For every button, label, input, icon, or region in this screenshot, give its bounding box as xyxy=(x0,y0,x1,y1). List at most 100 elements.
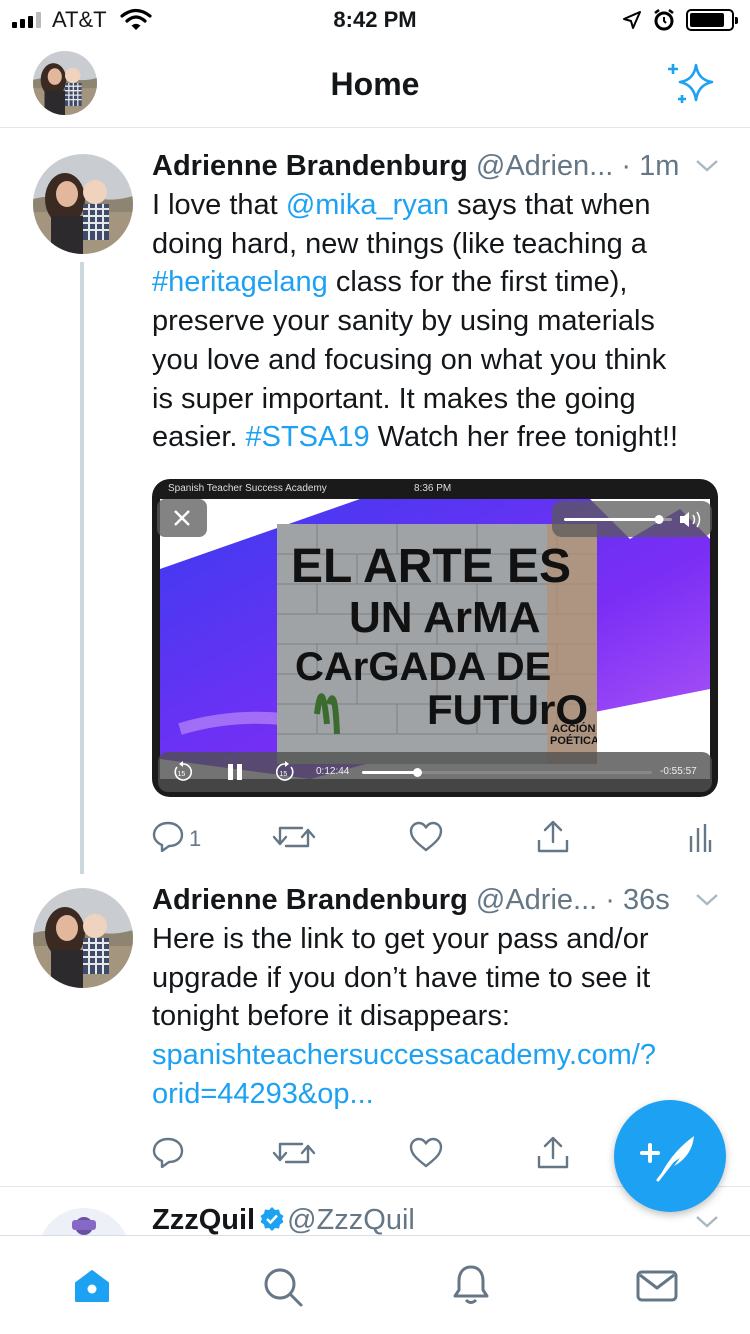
avatar-image xyxy=(33,888,133,988)
skip-back-icon[interactable]: 15 xyxy=(172,761,194,783)
author-name[interactable]: Adrienne Brandenburg xyxy=(152,884,468,916)
author-name[interactable]: Adrienne Brandenburg xyxy=(152,150,468,182)
wall-line-3: CArGADA DE xyxy=(295,645,551,689)
video-clock: 8:36 PM xyxy=(414,483,452,494)
compose-tweet-button[interactable] xyxy=(614,1100,726,1212)
location-icon xyxy=(623,11,641,29)
tweet-text-segment: I love that xyxy=(152,189,286,221)
share-icon[interactable] xyxy=(536,1136,570,1170)
like-icon[interactable] xyxy=(409,821,443,853)
compose-feather-icon xyxy=(640,1136,694,1182)
stamp-line-1: ACCIÓN xyxy=(552,722,595,735)
tweet-avatar[interactable] xyxy=(33,154,133,254)
tweet-avatar[interactable] xyxy=(33,888,133,988)
tweet-text-segment: tonight before it disappears: xyxy=(152,1000,510,1033)
skip-forward-icon[interactable]: 15 xyxy=(274,761,296,783)
tweet-text-line: you love and focusing on what you think xyxy=(152,341,722,380)
tweet-text: I love that @mika_ryan says that when doi… xyxy=(152,186,722,457)
tweet-header[interactable]: ZzzQuil @ZzzQuil xyxy=(152,1204,415,1237)
speaker-icon xyxy=(680,512,689,527)
wall-line-2: UN ArMA xyxy=(349,593,540,642)
retweet-icon[interactable] xyxy=(272,1138,316,1168)
home-header: Home xyxy=(0,40,750,128)
tweet-text-line: doing hard, new things (like teaching a xyxy=(152,225,722,264)
tweet-text-line: spanishteachersuccessacademy.com/? xyxy=(152,1036,722,1075)
tweet-text-line: I love that @mika_ryan says that when xyxy=(152,186,722,225)
tweet-text-line: #heritagelang class for the first time), xyxy=(152,263,722,302)
tweet-text-segment: upgrade if you don’t have time to see it xyxy=(152,961,651,994)
tweet-text-line: easier. #STSA19 Watch her free tonight!! xyxy=(152,418,722,457)
skip-back-label: 15 xyxy=(178,771,186,778)
tweet-text-segment: says that when xyxy=(449,189,651,221)
author-name[interactable]: ZzzQuil xyxy=(152,1204,255,1236)
battery-icon xyxy=(686,9,738,31)
tweet-text-segment: you love and focusing on what you think xyxy=(152,343,667,376)
reply-icon[interactable] xyxy=(152,820,184,852)
tweet-header[interactable]: Adrienne Brandenburg @Adrien... · 1m xyxy=(152,150,679,183)
reply-count: 1 xyxy=(189,826,202,851)
stamp-line-2: POÉTICA xyxy=(550,734,597,747)
tweet-text-line: Here is the link to get your pass and/or xyxy=(152,920,722,959)
tweet-header[interactable]: Adrienne Brandenburg @Adrie... · 36s xyxy=(152,884,670,917)
chevron-down-icon[interactable] xyxy=(694,1214,720,1230)
tweet-link[interactable]: spanishteachersuccessacademy.com/? xyxy=(152,1039,656,1071)
share-icon[interactable] xyxy=(536,820,570,854)
status-bar: AT&T 8:42 PM xyxy=(0,0,750,40)
tweet-text-segment: class for the first time), xyxy=(327,266,628,299)
close-icon xyxy=(174,510,190,526)
wall-line-1: EL ARTE ES xyxy=(291,540,571,593)
video-player[interactable]: Spanish Teacher Success Academy 8:36 PM xyxy=(152,479,718,797)
tweet-text-segment: Here is the link to get your pass and/or xyxy=(152,923,649,955)
tweet-text: Here is the link to get your pass and/or… xyxy=(152,920,722,1114)
tweet-text-line: is super important. It makes the going xyxy=(152,380,722,419)
chevron-down-icon[interactable] xyxy=(694,892,720,908)
tab-bar xyxy=(0,1235,750,1334)
tweet-text-line: upgrade if you don’t have time to see it xyxy=(152,959,722,998)
notifications-icon[interactable] xyxy=(452,1264,490,1306)
tweet-link[interactable]: @mika_ryan xyxy=(286,189,449,221)
tweet-text-segment: easier. xyxy=(152,421,246,454)
volume-control[interactable] xyxy=(552,501,712,537)
tweet-time: 36s xyxy=(622,884,670,916)
tweet-link[interactable]: #STSA19 xyxy=(246,421,370,453)
tweet-text-line: preserve your sanity by using materials xyxy=(152,302,722,341)
reply-icon[interactable] xyxy=(152,1136,184,1168)
video-close-button[interactable] xyxy=(157,499,207,537)
tweet-text-segment: is super important. It makes the going xyxy=(152,382,636,415)
thread-line xyxy=(80,262,84,874)
scrubber-handle[interactable] xyxy=(413,768,423,777)
scrubber[interactable] xyxy=(362,768,652,777)
tweet-text-line: tonight before it disappears: xyxy=(152,997,722,1036)
tweet-separator: · xyxy=(613,150,640,182)
search-icon[interactable] xyxy=(262,1266,304,1308)
sparkle-icon[interactable] xyxy=(666,60,718,108)
author-handle[interactable]: @Adrien... xyxy=(476,150,613,182)
author-handle[interactable]: @Adrie... xyxy=(476,884,597,916)
chevron-down-icon[interactable] xyxy=(694,158,720,174)
tweet-separator: · xyxy=(597,884,623,916)
home-icon[interactable] xyxy=(74,1270,110,1302)
like-icon[interactable] xyxy=(409,1137,443,1169)
retweet-icon[interactable] xyxy=(272,822,316,852)
remaining-time: -0:55:57 xyxy=(660,766,697,777)
verified-badge-icon xyxy=(260,1207,284,1231)
skip-forward-label: 15 xyxy=(280,771,288,778)
avatar-image xyxy=(33,154,133,254)
analytics-icon[interactable] xyxy=(688,822,712,854)
volume-slider[interactable] xyxy=(552,501,712,537)
video-app-label: Spanish Teacher Success Academy xyxy=(168,483,327,494)
tweet-text-segment: Watch her free tonight!! xyxy=(369,421,679,454)
tweet-link[interactable]: #heritagelang xyxy=(152,266,328,298)
tweet-link[interactable]: orid=44293&op... xyxy=(152,1078,374,1110)
tweet-time: 1m xyxy=(639,150,680,182)
wall-graphic: EL ARTE ES UN ArMA CArGADA DE FUTUrO ACC… xyxy=(277,524,599,764)
tweet-text-segment: preserve your sanity by using materials xyxy=(152,305,655,338)
video-status-bar: Spanish Teacher Success Academy 8:36 PM xyxy=(152,479,718,499)
elapsed-time: 0:12:44 xyxy=(316,766,350,777)
playback-controls: 15 15 0:12:44 -0:55:57 xyxy=(158,752,712,792)
alarm-icon xyxy=(654,9,674,31)
author-handle[interactable]: @ZzzQuil xyxy=(287,1204,415,1236)
scrubber-progress xyxy=(362,771,418,774)
pause-button[interactable] xyxy=(228,764,242,780)
messages-icon[interactable] xyxy=(636,1270,678,1302)
